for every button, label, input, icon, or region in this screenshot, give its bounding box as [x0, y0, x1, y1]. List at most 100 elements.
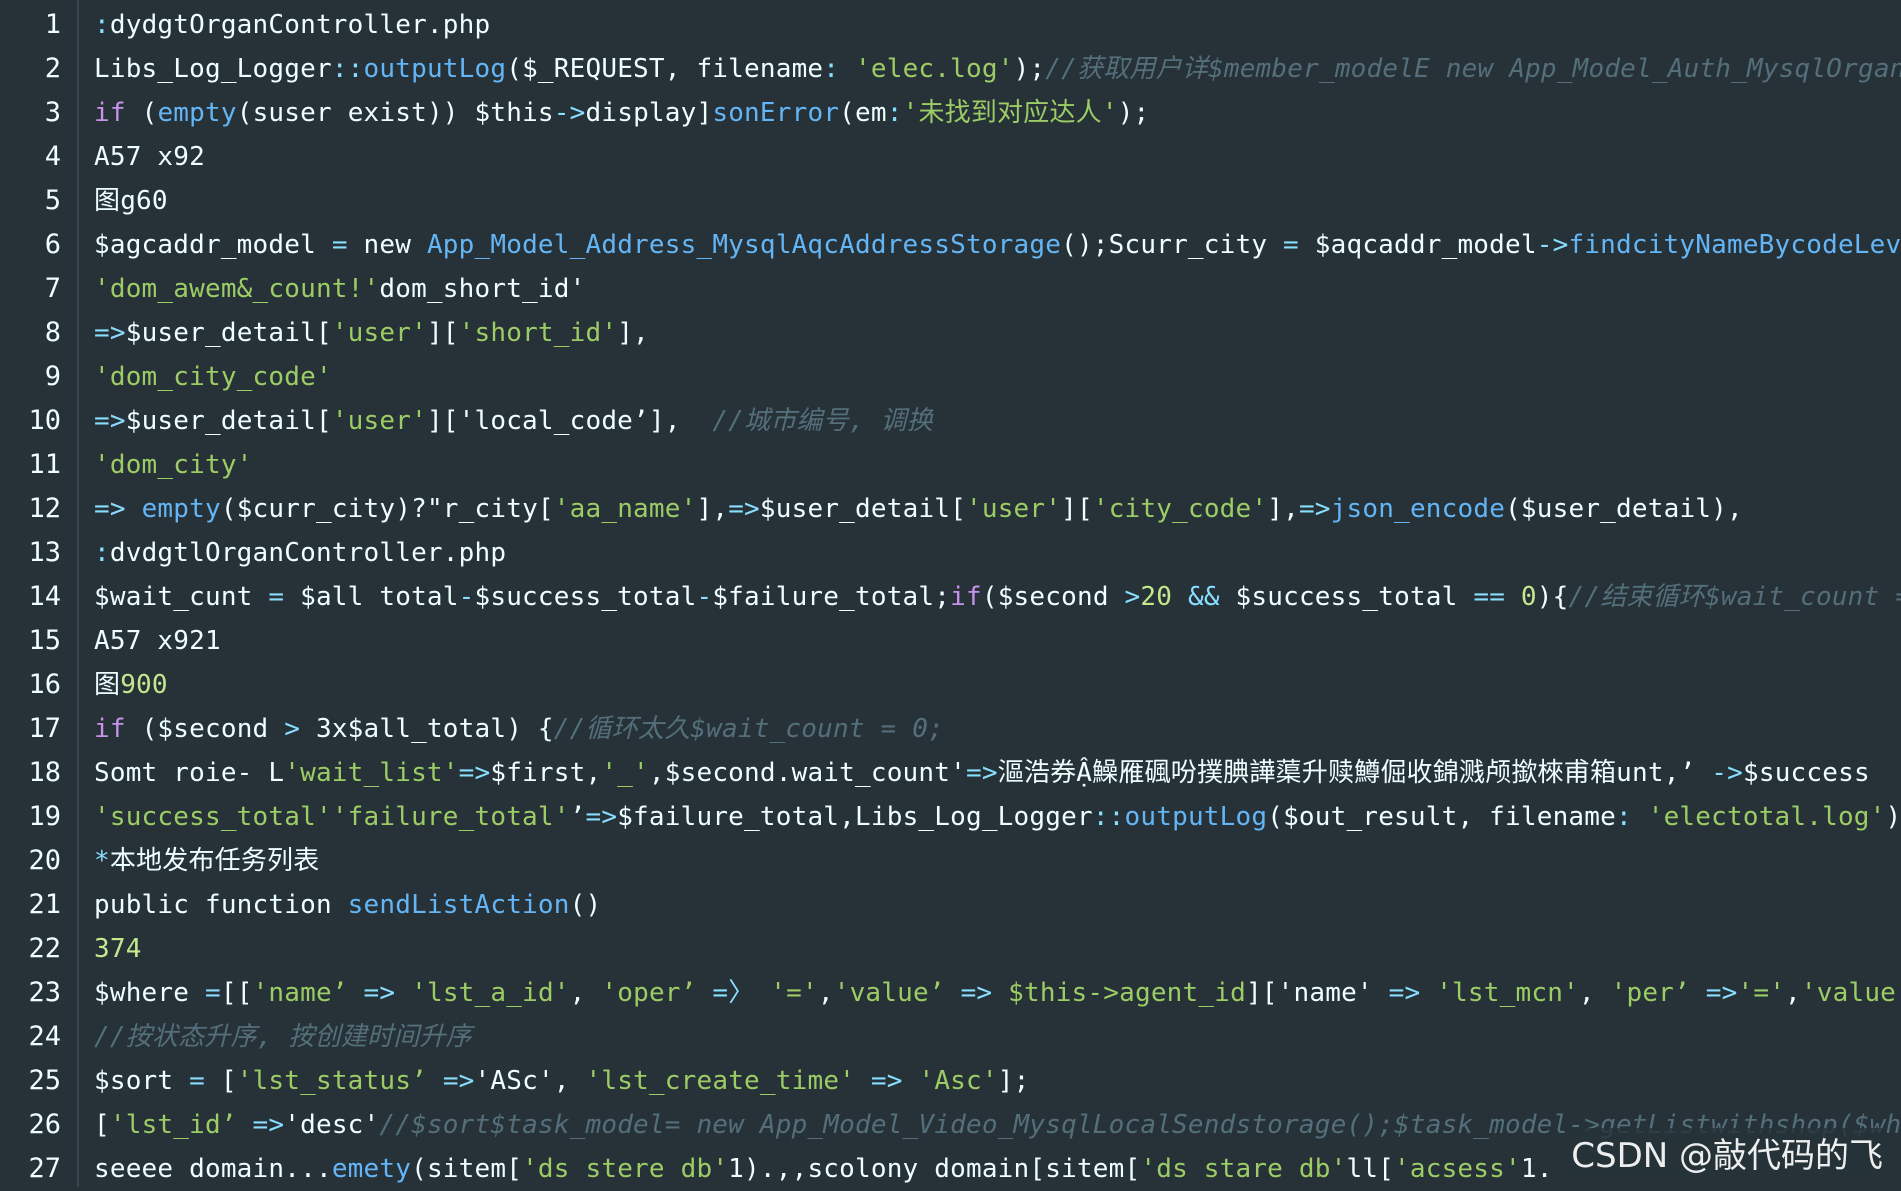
code-token: -: [696, 582, 712, 612]
code-line[interactable]: =>$user_detail['user']['local_code’], //…: [94, 399, 1901, 443]
code-line[interactable]: Libs_Log_Logger::outputLog($_REQUEST, fi…: [94, 47, 1901, 91]
code-token: [697, 978, 713, 1008]
code-token: =>: [94, 406, 126, 436]
code-token: =>: [728, 494, 760, 524]
code-line[interactable]: Somt roie- L'wait_list'=>$first,'_',$sec…: [94, 751, 1901, 795]
code-token: =>: [459, 758, 491, 788]
code-token: =〉: [712, 978, 754, 1008]
code-line[interactable]: $agcaddr_model = new App_Model_Address_M…: [94, 223, 1901, 267]
code-token: ->: [1537, 230, 1569, 260]
code-line[interactable]: 'dom_awem&_count!'dom_short_id': [94, 267, 1901, 311]
code-token: (em: [839, 98, 887, 128]
code-line[interactable]: :dydgtOrganController.php: [94, 3, 1901, 47]
code-token: $success: [1743, 758, 1870, 788]
code-token: $user_detail[: [126, 406, 332, 436]
code-token: =>: [585, 802, 617, 832]
line-number: 14: [0, 575, 77, 619]
code-token: [1505, 582, 1521, 612]
code-token: '_': [601, 758, 649, 788]
code-token: [754, 978, 770, 1008]
code-token: $failure_total;: [712, 582, 950, 612]
code-token: [1420, 978, 1436, 1008]
code-token: A57 x921: [94, 626, 221, 656]
code-line[interactable]: 'dom_city_code': [94, 355, 1901, 399]
line-number: 23: [0, 971, 77, 1015]
line-number: 12: [0, 487, 77, 531]
code-token: ],: [1267, 494, 1299, 524]
line-number: 6: [0, 223, 77, 267]
code-token: >: [1125, 582, 1141, 612]
code-area[interactable]: :dydgtOrganController.phpLibs_Log_Logger…: [79, 0, 1901, 1187]
code-token: =>: [443, 1066, 475, 1096]
code-token: 'desc': [284, 1110, 379, 1140]
line-number: 18: [0, 751, 77, 795]
code-token: =>: [94, 494, 126, 524]
code-line[interactable]: $wait_cunt = $all total-$success_total-$…: [94, 575, 1901, 619]
code-line[interactable]: =>$user_detail['user']['short_id'],: [94, 311, 1901, 355]
code-token: [903, 1066, 919, 1096]
code-token: 'user': [332, 406, 427, 436]
code-token: 'aa_name': [554, 494, 697, 524]
code-line[interactable]: $where =[['name’ => 'lst_a_id', 'oper’ =…: [94, 971, 1901, 1015]
code-line[interactable]: 图g60: [94, 179, 1901, 223]
code-token: display]: [586, 98, 713, 128]
code-line[interactable]: 图900: [94, 663, 1901, 707]
code-token: ];: [998, 1066, 1030, 1096]
code-line[interactable]: 374: [94, 927, 1901, 971]
code-token: [427, 1066, 443, 1096]
code-token: if: [94, 714, 126, 744]
code-token: 'Asc': [918, 1066, 997, 1096]
code-token: ,: [1579, 978, 1611, 1008]
code-line[interactable]: => empty($curr_city)?"r_city['aa_name'],…: [94, 487, 1901, 531]
code-token: 'elec.log': [855, 54, 1014, 84]
code-token: outputLog: [1125, 802, 1268, 832]
code-token: //按状态升序, 按创建时间升序: [94, 1022, 472, 1052]
line-number: 1: [0, 3, 77, 47]
code-line[interactable]: *本地发布任务列表: [94, 839, 1901, 883]
code-token: ($second: [982, 582, 1125, 612]
code-token: 'dom_awem&_count!': [94, 274, 379, 304]
code-token: 374: [94, 934, 142, 964]
code-token: 'ds stare db': [1140, 1154, 1346, 1184]
code-line[interactable]: if ($second > 3x$all_total) {//循环太久$wait…: [94, 707, 1901, 751]
code-token: 'user': [332, 318, 427, 348]
code-token: ],: [617, 318, 649, 348]
code-line[interactable]: //按状态升序, 按创建时间升序: [94, 1015, 1901, 1059]
code-line[interactable]: $sort = ['lst_status’ =>'ASc', 'lst_crea…: [94, 1059, 1901, 1103]
line-number: 26: [0, 1103, 77, 1147]
code-token: [[: [221, 978, 253, 1008]
code-token: ($out_result, filename: [1267, 802, 1616, 832]
code-token: '=': [1737, 978, 1785, 1008]
code-token: =>: [871, 1066, 903, 1096]
code-token: $all total: [284, 582, 458, 612]
code-token: ,: [1785, 978, 1801, 1008]
code-token: //城市编号, 调换: [712, 406, 933, 436]
code-line[interactable]: 'dom_city': [94, 443, 1901, 487]
code-token: =>: [1299, 494, 1331, 524]
code-token: 图: [94, 670, 120, 700]
code-token: :: [823, 54, 839, 84]
code-line[interactable]: :dvdgtlOrganController.php: [94, 531, 1901, 575]
line-number: 24: [0, 1015, 77, 1059]
code-token: );: [1118, 98, 1150, 128]
code-token: sonError: [712, 98, 839, 128]
code-token: ();Scurr_city: [1061, 230, 1283, 260]
code-line[interactable]: A57 x921: [94, 619, 1901, 663]
line-number: 27: [0, 1147, 77, 1191]
code-token: 'success_total': [94, 802, 332, 832]
code-line[interactable]: public function sendListAction(): [94, 883, 1901, 927]
code-token: if: [950, 582, 982, 612]
code-token: 'lst_create_time': [586, 1066, 856, 1096]
code-token: [945, 978, 961, 1008]
code-token: if: [94, 98, 126, 128]
code-token: 本地发布任务列表: [110, 846, 320, 876]
code-token: [1632, 802, 1648, 832]
code-editor[interactable]: 1234567891011121314151617181920212223242…: [0, 0, 1901, 1187]
code-line[interactable]: if (empty(suser exist)) $this->display]s…: [94, 91, 1901, 135]
code-line[interactable]: A57 x92: [94, 135, 1901, 179]
code-token: 'dom_city': [94, 450, 253, 480]
code-token: [992, 978, 1008, 1008]
line-number: 25: [0, 1059, 77, 1103]
line-number: 16: [0, 663, 77, 707]
code-line[interactable]: 'success_total''failure_total'’=>$failur…: [94, 795, 1901, 839]
